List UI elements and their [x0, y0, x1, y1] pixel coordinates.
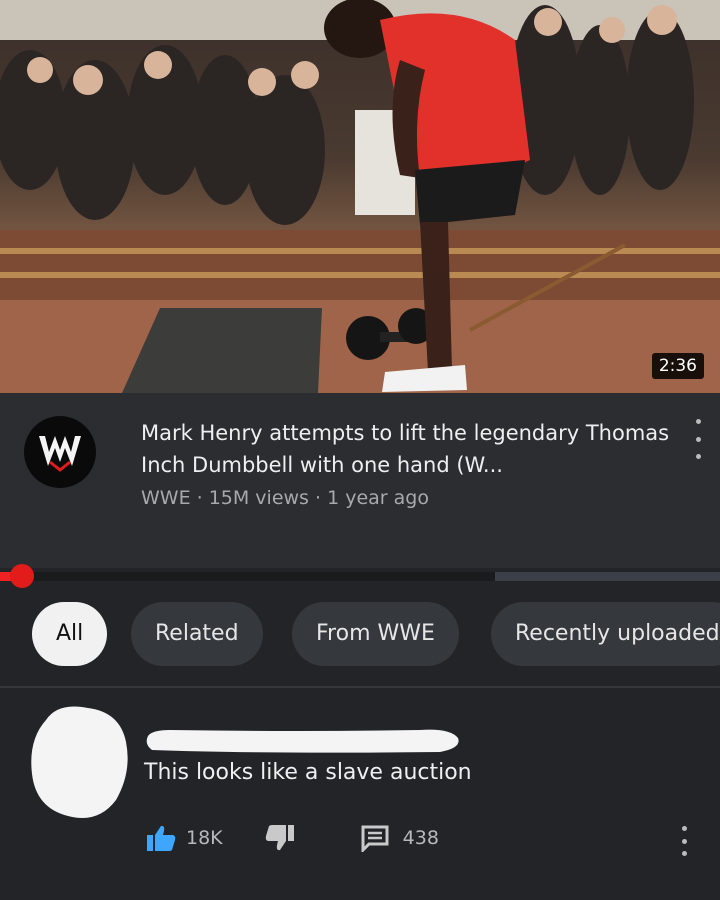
progress-buffer — [495, 572, 720, 581]
comment-more-icon[interactable] — [682, 826, 688, 856]
video-title[interactable]: Mark Henry attempts to lift the legendar… — [141, 417, 671, 481]
wwe-logo-icon — [39, 436, 81, 472]
video-info[interactable]: Mark Henry attempts to lift the legendar… — [0, 393, 720, 568]
chip-from-wwe[interactable]: From WWE — [292, 602, 459, 666]
progress-scrubber[interactable] — [9, 564, 34, 588]
reply-count: 438 — [402, 827, 439, 849]
avatar-redacted[interactable] — [28, 702, 133, 822]
like-count: 18K — [186, 827, 223, 849]
video-duration: 2:36 — [651, 353, 704, 379]
video-progress-bar[interactable] — [0, 564, 720, 588]
thumbs-down-icon[interactable] — [265, 824, 295, 852]
channel-avatar[interactable] — [24, 416, 96, 488]
video-meta: WWE · 15M views · 1 year ago — [141, 487, 429, 509]
comment-actions: 18K 438 — [146, 818, 439, 858]
chip-recently-uploaded[interactable]: Recently uploaded — [491, 602, 720, 666]
thumbnail-scene — [0, 0, 720, 393]
chip-related[interactable]: Related — [131, 602, 263, 666]
comment-item: This looks like a slave auction 18K 438 — [0, 688, 720, 900]
comment-icon[interactable] — [361, 824, 389, 852]
thumbs-up-icon[interactable] — [146, 824, 176, 852]
more-vertical-icon[interactable] — [692, 419, 704, 459]
video-thumbnail[interactable]: 2:36 — [0, 0, 720, 393]
author-name-redacted[interactable] — [140, 722, 465, 762]
comment-text: This looks like a slave auction — [144, 760, 472, 785]
chip-all[interactable]: All — [32, 602, 108, 666]
filter-chips: All Related From WWE Recently uploaded — [0, 590, 720, 682]
